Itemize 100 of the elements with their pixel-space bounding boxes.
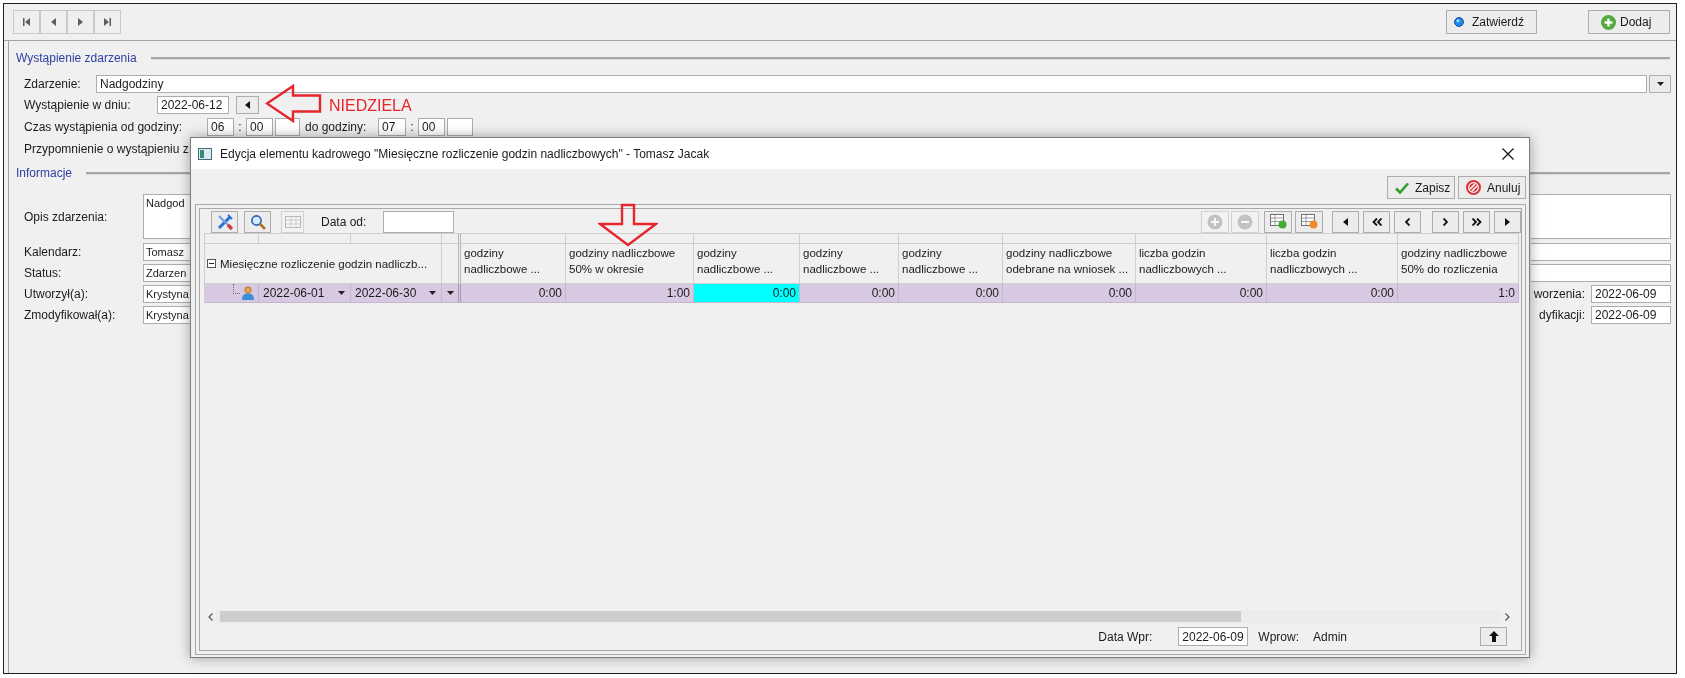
caret-left-icon xyxy=(51,18,56,26)
dialog-title: Edycja elementu kadrowego "Miesięczne rozliczenie godzin nadliczbowych" - Tomasz Jacak xyxy=(220,146,710,161)
nav-button[interactable] xyxy=(1463,210,1490,233)
field-label: Status: xyxy=(24,266,63,280)
column-header: godziny nadliczbowe 50% do rozliczenia xyxy=(1398,244,1519,284)
caret-left-icon xyxy=(1343,217,1348,226)
field-label: Opis zdarzenia: xyxy=(24,209,109,224)
text-field[interactable] xyxy=(1531,243,1671,261)
table-cell: 0:00 xyxy=(899,284,1003,302)
table-row[interactable]: 2022-06-01 2022-06-30 0:00 1:00 0:00 0:00 0:00 0:00 0:00 0:00 1:0 xyxy=(205,284,1519,303)
caret-down-icon xyxy=(429,291,436,295)
date-field[interactable]: 2022-06-09 xyxy=(1591,306,1671,324)
date-dropdown[interactable]: 2022-06-30 xyxy=(351,284,442,302)
field-label: Zdarzenie: xyxy=(24,77,82,91)
field-label: Data od: xyxy=(321,214,367,229)
previous-day-button[interactable] xyxy=(236,96,259,114)
date-dropdown[interactable]: 2022-06-01 xyxy=(259,284,351,302)
field-label: Przypomnienie o wystąpieniu z xyxy=(24,142,189,156)
time-separator: : xyxy=(237,120,243,134)
text-field[interactable]: Zdarzen xyxy=(143,264,190,282)
scrollbar-thumb[interactable] xyxy=(220,611,1241,622)
text-field[interactable]: Tomasz xyxy=(143,243,190,261)
column-header: godziny nadliczbowe 50% w okresie xyxy=(566,244,694,284)
column-header: godziny nadliczbowe ... xyxy=(800,244,899,284)
input-field[interactable] xyxy=(447,118,473,136)
toolbar-button[interactable]: Dodaj xyxy=(1588,10,1670,34)
minus-icon xyxy=(1237,213,1253,230)
close-icon xyxy=(1502,147,1514,160)
caret-right-icon xyxy=(1505,217,1510,226)
time-separator: : xyxy=(409,120,415,134)
hour-field[interactable]: 07 xyxy=(378,118,406,136)
plus-icon xyxy=(1207,213,1223,230)
check-icon xyxy=(1395,181,1409,194)
dropdown-button[interactable] xyxy=(1649,75,1671,93)
arrow-up-icon xyxy=(1488,631,1499,642)
dialog-button[interactable]: Zapisz xyxy=(1387,176,1455,199)
toolbar-button[interactable] xyxy=(1264,210,1292,233)
nav-button[interactable] xyxy=(1494,210,1521,233)
table-icon xyxy=(284,215,301,228)
date-field[interactable]: 2022-06-09 xyxy=(1178,627,1249,646)
up-button[interactable] xyxy=(1480,627,1507,646)
chevron-left-icon xyxy=(1405,217,1410,226)
nav-button[interactable] xyxy=(1332,210,1359,233)
table-cell: 0:00 xyxy=(800,284,899,302)
table-remove-icon xyxy=(1300,214,1318,229)
input-field[interactable] xyxy=(275,118,300,136)
nav-button[interactable] xyxy=(1363,210,1390,233)
toolbar-button[interactable]: Zatwierdź xyxy=(1446,10,1537,34)
minute-field[interactable]: 00 xyxy=(246,118,273,136)
collapse-icon[interactable] xyxy=(207,259,216,268)
arrow-annotation xyxy=(598,203,658,247)
annotation-text: NIEDZIELA xyxy=(329,96,412,116)
field-label: Kalendarz: xyxy=(24,245,83,259)
dot-icon xyxy=(1454,17,1464,27)
column-header: liczba godzin nadliczbowych ... xyxy=(1136,244,1267,284)
toolbar-button[interactable] xyxy=(211,210,238,233)
section-title: Wystąpienie zdarzenia xyxy=(16,51,137,65)
field-label: dyfikacji: xyxy=(1539,308,1585,322)
nav-button[interactable] xyxy=(1394,210,1421,233)
column-header: Miesięczne rozliczenie godzin nadliczb... xyxy=(220,257,428,270)
tools-icon xyxy=(215,212,234,231)
table-cell: 0:00 xyxy=(694,284,800,302)
double-chevron-right-icon xyxy=(1471,217,1482,226)
text-area[interactable]: Nadgod xyxy=(143,194,190,239)
date-field[interactable]: 2022-06-12 xyxy=(157,96,229,114)
date-input[interactable] xyxy=(383,210,455,233)
dropdown-field[interactable]: Nadgodziny xyxy=(96,75,1647,93)
section-title: Informacje xyxy=(16,166,73,180)
plus-icon xyxy=(1601,14,1616,30)
caret-down-icon xyxy=(446,291,454,295)
chevron-left-icon xyxy=(207,612,213,621)
caret-down-icon xyxy=(338,291,345,295)
chevron-right-icon xyxy=(1443,217,1448,226)
column-header xyxy=(442,244,461,284)
text-field[interactable]: Krystyna xyxy=(143,306,190,324)
text-field[interactable]: Krystyna xyxy=(143,285,190,303)
nav-button[interactable] xyxy=(1432,210,1459,233)
horizontal-scrollbar[interactable] xyxy=(216,610,1501,623)
field-label: Data Wpr: xyxy=(1098,629,1153,644)
user-name: Admin xyxy=(1313,629,1347,644)
chevron-right-icon xyxy=(1504,612,1510,621)
cancel-icon xyxy=(1466,180,1481,195)
field-label: do godziny: xyxy=(305,120,368,134)
skip-forward-icon xyxy=(104,18,111,26)
minute-field[interactable]: 00 xyxy=(418,118,445,136)
hour-field[interactable]: 06 xyxy=(207,118,234,136)
search-icon xyxy=(249,213,266,230)
column-header: godziny nadliczbowe ... xyxy=(899,244,1003,284)
text-field[interactable] xyxy=(1531,264,1671,282)
column-header: liczba godzin nadliczbowych ... xyxy=(1267,244,1398,284)
table-cell: 0:00 xyxy=(461,284,566,302)
table-cell: 0:00 xyxy=(1003,284,1136,302)
date-field[interactable]: 2022-06-09 xyxy=(1591,285,1671,303)
column-header: godziny nadliczbowe odebrane na wniosek ... xyxy=(1003,244,1136,284)
dialog-button[interactable]: Anuluj xyxy=(1458,176,1526,199)
field-label: Zmodyfikował(a): xyxy=(24,308,117,322)
toolbar-button[interactable] xyxy=(244,210,271,233)
toolbar-button[interactable] xyxy=(1295,210,1323,233)
arrow-annotation xyxy=(265,84,322,123)
field-label: Wprow: xyxy=(1258,629,1299,644)
